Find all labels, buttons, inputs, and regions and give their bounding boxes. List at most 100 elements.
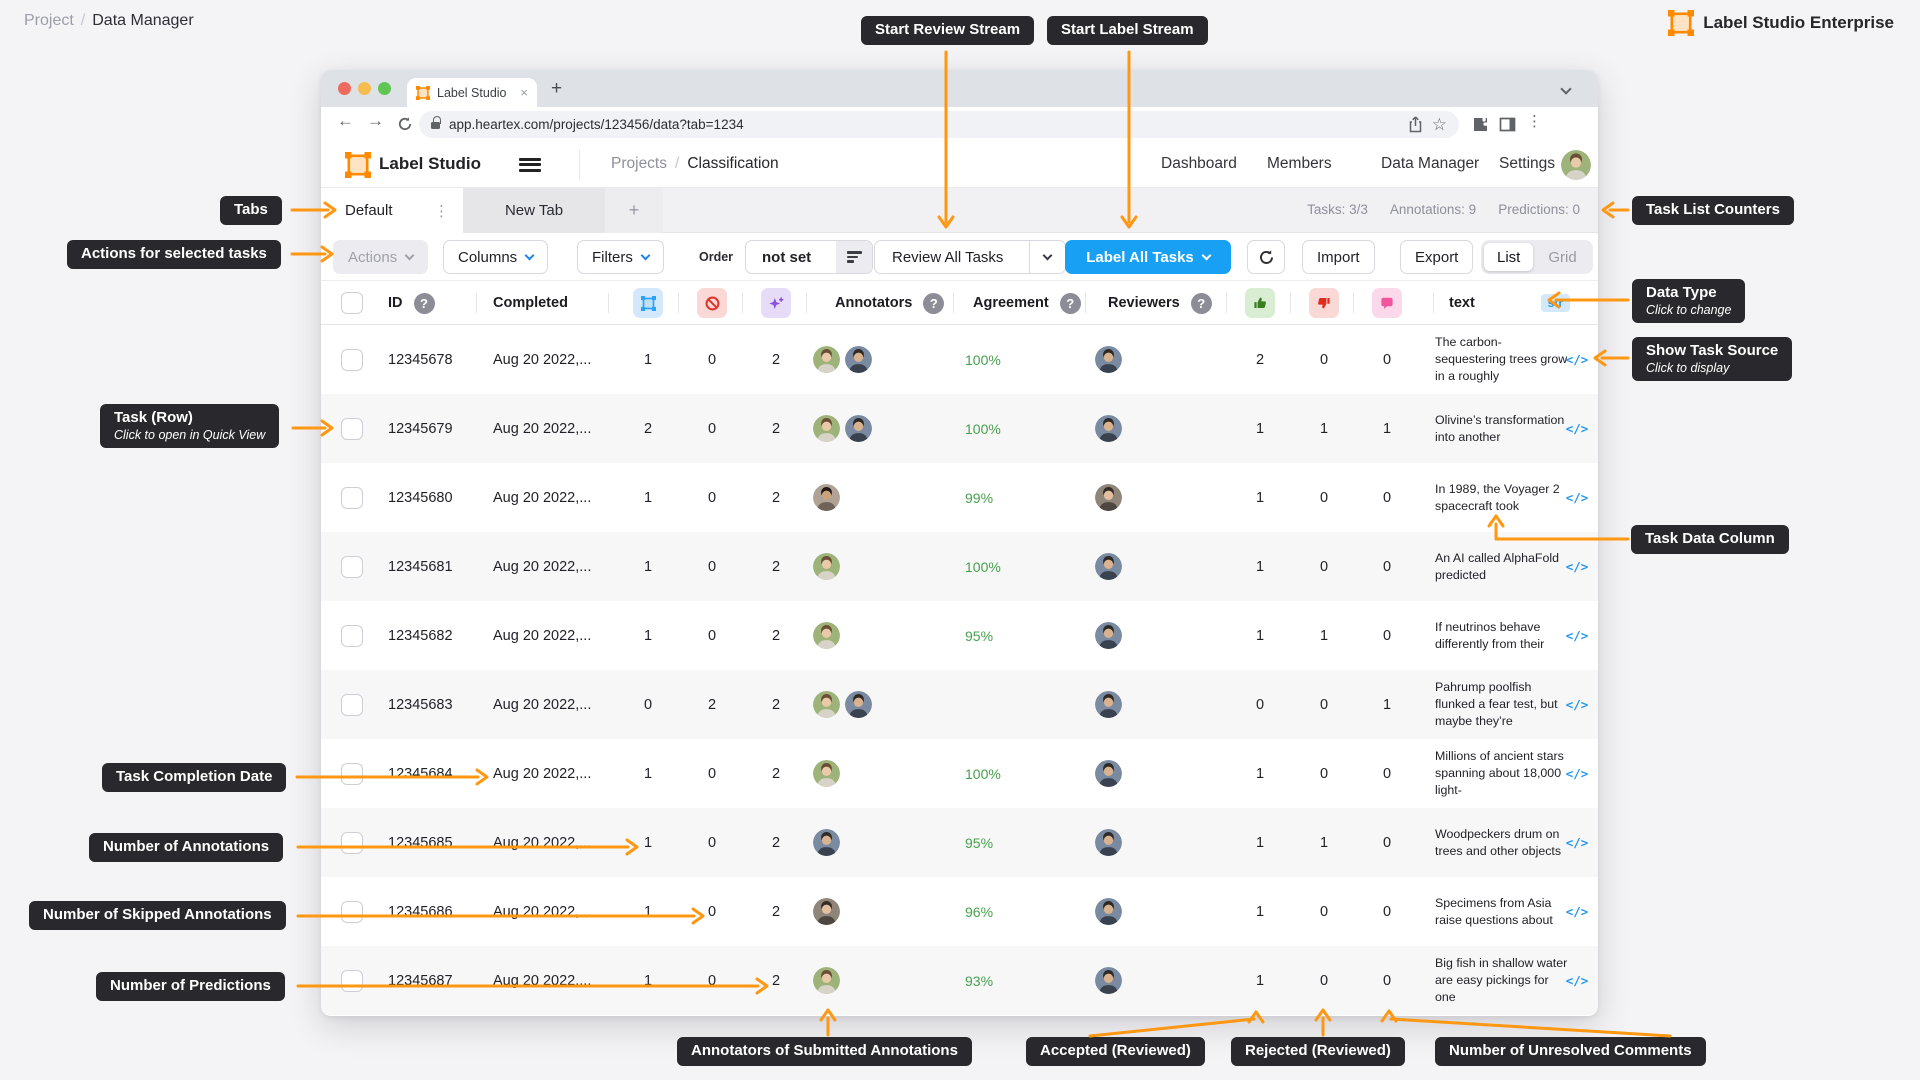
- table-row[interactable]: 12345683Aug 20 2022,...022 001Pahrump po…: [321, 670, 1598, 739]
- column-header-predictions[interactable]: [761, 281, 791, 325]
- reload-icon[interactable]: [397, 116, 413, 132]
- actions-dropdown[interactable]: Actions: [333, 240, 428, 274]
- row-checkbox[interactable]: [341, 946, 363, 1015]
- nav-members[interactable]: Members: [1267, 155, 1332, 173]
- nav-settings[interactable]: Settings: [1499, 155, 1555, 173]
- annotators-avatars: [813, 463, 943, 532]
- data-type-badge[interactable]: str: [1541, 294, 1570, 312]
- show-source-icon[interactable]: </>: [1557, 463, 1597, 532]
- show-source-icon[interactable]: </>: [1557, 946, 1597, 1015]
- export-button[interactable]: Export: [1400, 240, 1473, 274]
- tab-menu-kebab-icon[interactable]: ⋮: [434, 202, 449, 220]
- maximize-window-button[interactable]: [378, 82, 391, 95]
- minimize-window-button[interactable]: [358, 82, 371, 95]
- app-breadcrumb-parent[interactable]: Projects: [611, 155, 667, 172]
- refresh-button[interactable]: [1247, 240, 1285, 274]
- table-row[interactable]: 12345678Aug 20 2022,...102 100% 200The c…: [321, 325, 1598, 394]
- column-header-id[interactable]: ID?: [388, 281, 435, 325]
- row-checkbox[interactable]: [341, 877, 363, 946]
- row-checkbox[interactable]: [341, 325, 363, 394]
- forward-icon[interactable]: →: [367, 111, 384, 131]
- column-header-text[interactable]: text str: [1449, 281, 1570, 325]
- task-data-text: If neutrinos behave differently from the…: [1435, 601, 1570, 670]
- reviewers-avatars: [1073, 463, 1143, 532]
- help-icon[interactable]: ?: [414, 293, 435, 314]
- help-icon[interactable]: ?: [923, 293, 944, 314]
- column-header-agreement[interactable]: Agreement?: [973, 281, 1081, 325]
- label-all-tasks-button[interactable]: Label All Tasks: [1065, 240, 1231, 274]
- show-source-icon[interactable]: </>: [1557, 532, 1597, 601]
- close-window-button[interactable]: [338, 82, 351, 95]
- tab-new-tab[interactable]: New Tab: [463, 188, 605, 233]
- column-header-rejected[interactable]: [1309, 281, 1339, 325]
- comments-count: 0: [1357, 532, 1417, 601]
- close-tab-icon[interactable]: ×: [520, 85, 528, 100]
- table-row[interactable]: 12345686Aug 20 2022,...102 96% 100Specim…: [321, 877, 1598, 946]
- new-tab-icon[interactable]: +: [551, 78, 562, 100]
- import-button[interactable]: Import: [1302, 240, 1375, 274]
- row-checkbox[interactable]: [341, 532, 363, 601]
- table-row[interactable]: 12345679Aug 20 2022,...202 100% 111Olivi…: [321, 394, 1598, 463]
- review-all-tasks-button[interactable]: Review All Tasks: [874, 240, 1066, 274]
- accepted-count: 1: [1230, 601, 1290, 670]
- agreement-value: 96%: [965, 877, 1055, 946]
- nav-data-manager[interactable]: Data Manager: [1381, 155, 1479, 173]
- row-checkbox[interactable]: [341, 670, 363, 739]
- sort-icon[interactable]: [836, 241, 872, 273]
- table-row[interactable]: 12345684Aug 20 2022,...102 100% 100Milli…: [321, 739, 1598, 808]
- reviewers-avatars: [1073, 532, 1143, 601]
- bookmark-star-icon[interactable]: ☆: [1432, 115, 1447, 135]
- tab-default[interactable]: Default ⋮: [321, 188, 463, 233]
- hamburger-menu-icon[interactable]: [519, 158, 541, 172]
- skipped-count: 0: [682, 601, 742, 670]
- review-dropdown-chevron-icon[interactable]: [1029, 241, 1065, 273]
- table-row[interactable]: 12345685Aug 20 2022,...102 95% 110Woodpe…: [321, 808, 1598, 877]
- grid-view-button[interactable]: Grid: [1535, 243, 1589, 271]
- comments-count: 0: [1357, 325, 1417, 394]
- row-checkbox[interactable]: [341, 394, 363, 463]
- show-source-icon[interactable]: </>: [1557, 877, 1597, 946]
- row-checkbox[interactable]: [341, 739, 363, 808]
- show-source-icon[interactable]: </>: [1557, 601, 1597, 670]
- table-row[interactable]: 12345687Aug 20 2022,...102 93% 100Big fi…: [321, 946, 1598, 1015]
- column-header-skipped[interactable]: [697, 281, 727, 325]
- chevron-down-icon[interactable]: [1562, 80, 1570, 98]
- browser-tab[interactable]: Label Studio ×: [407, 78, 537, 107]
- table-row[interactable]: 12345682Aug 20 2022,...102 95% 110If neu…: [321, 601, 1598, 670]
- show-source-icon[interactable]: </>: [1557, 808, 1597, 877]
- column-header-completed[interactable]: Completed: [493, 281, 568, 325]
- breadcrumb-parent[interactable]: Project: [24, 12, 74, 29]
- url-bar[interactable]: app.heartex.com/projects/123456/data?tab…: [419, 111, 1459, 138]
- column-header-annotators[interactable]: Annotators?: [835, 281, 944, 325]
- order-control[interactable]: not set: [745, 240, 873, 274]
- browser-menu-kebab-icon[interactable]: ⋮: [1527, 112, 1542, 130]
- sidebar-icon[interactable]: [1499, 116, 1516, 133]
- help-icon[interactable]: ?: [1060, 293, 1081, 314]
- row-checkbox[interactable]: [341, 463, 363, 532]
- list-view-button[interactable]: List: [1484, 243, 1533, 271]
- show-source-icon[interactable]: </>: [1557, 670, 1597, 739]
- table-row[interactable]: 12345680Aug 20 2022,...102 99% 100In 198…: [321, 463, 1598, 532]
- avatar: [845, 346, 872, 373]
- add-tab-button[interactable]: +: [605, 188, 663, 233]
- column-header-reviewers[interactable]: Reviewers?: [1108, 281, 1212, 325]
- select-all-checkbox[interactable]: [341, 281, 363, 325]
- back-icon[interactable]: ←: [337, 111, 354, 131]
- user-avatar[interactable]: [1561, 150, 1591, 185]
- columns-dropdown[interactable]: Columns: [443, 240, 548, 274]
- extensions-puzzle-icon[interactable]: [1472, 116, 1489, 133]
- app-logo-icon[interactable]: [345, 152, 371, 178]
- share-icon[interactable]: [1408, 116, 1423, 133]
- row-checkbox[interactable]: [341, 808, 363, 877]
- table-row[interactable]: 12345681Aug 20 2022,...102 100% 100An AI…: [321, 532, 1598, 601]
- column-header-annotations[interactable]: [633, 281, 663, 325]
- show-source-icon[interactable]: </>: [1557, 394, 1597, 463]
- nav-dashboard[interactable]: Dashboard: [1161, 155, 1237, 173]
- show-source-icon[interactable]: </>: [1557, 325, 1597, 394]
- help-icon[interactable]: ?: [1191, 293, 1212, 314]
- show-source-icon[interactable]: </>: [1557, 739, 1597, 808]
- row-checkbox[interactable]: [341, 601, 363, 670]
- column-header-comments[interactable]: [1372, 281, 1402, 325]
- filters-dropdown[interactable]: Filters: [577, 240, 664, 274]
- column-header-accepted[interactable]: [1245, 281, 1275, 325]
